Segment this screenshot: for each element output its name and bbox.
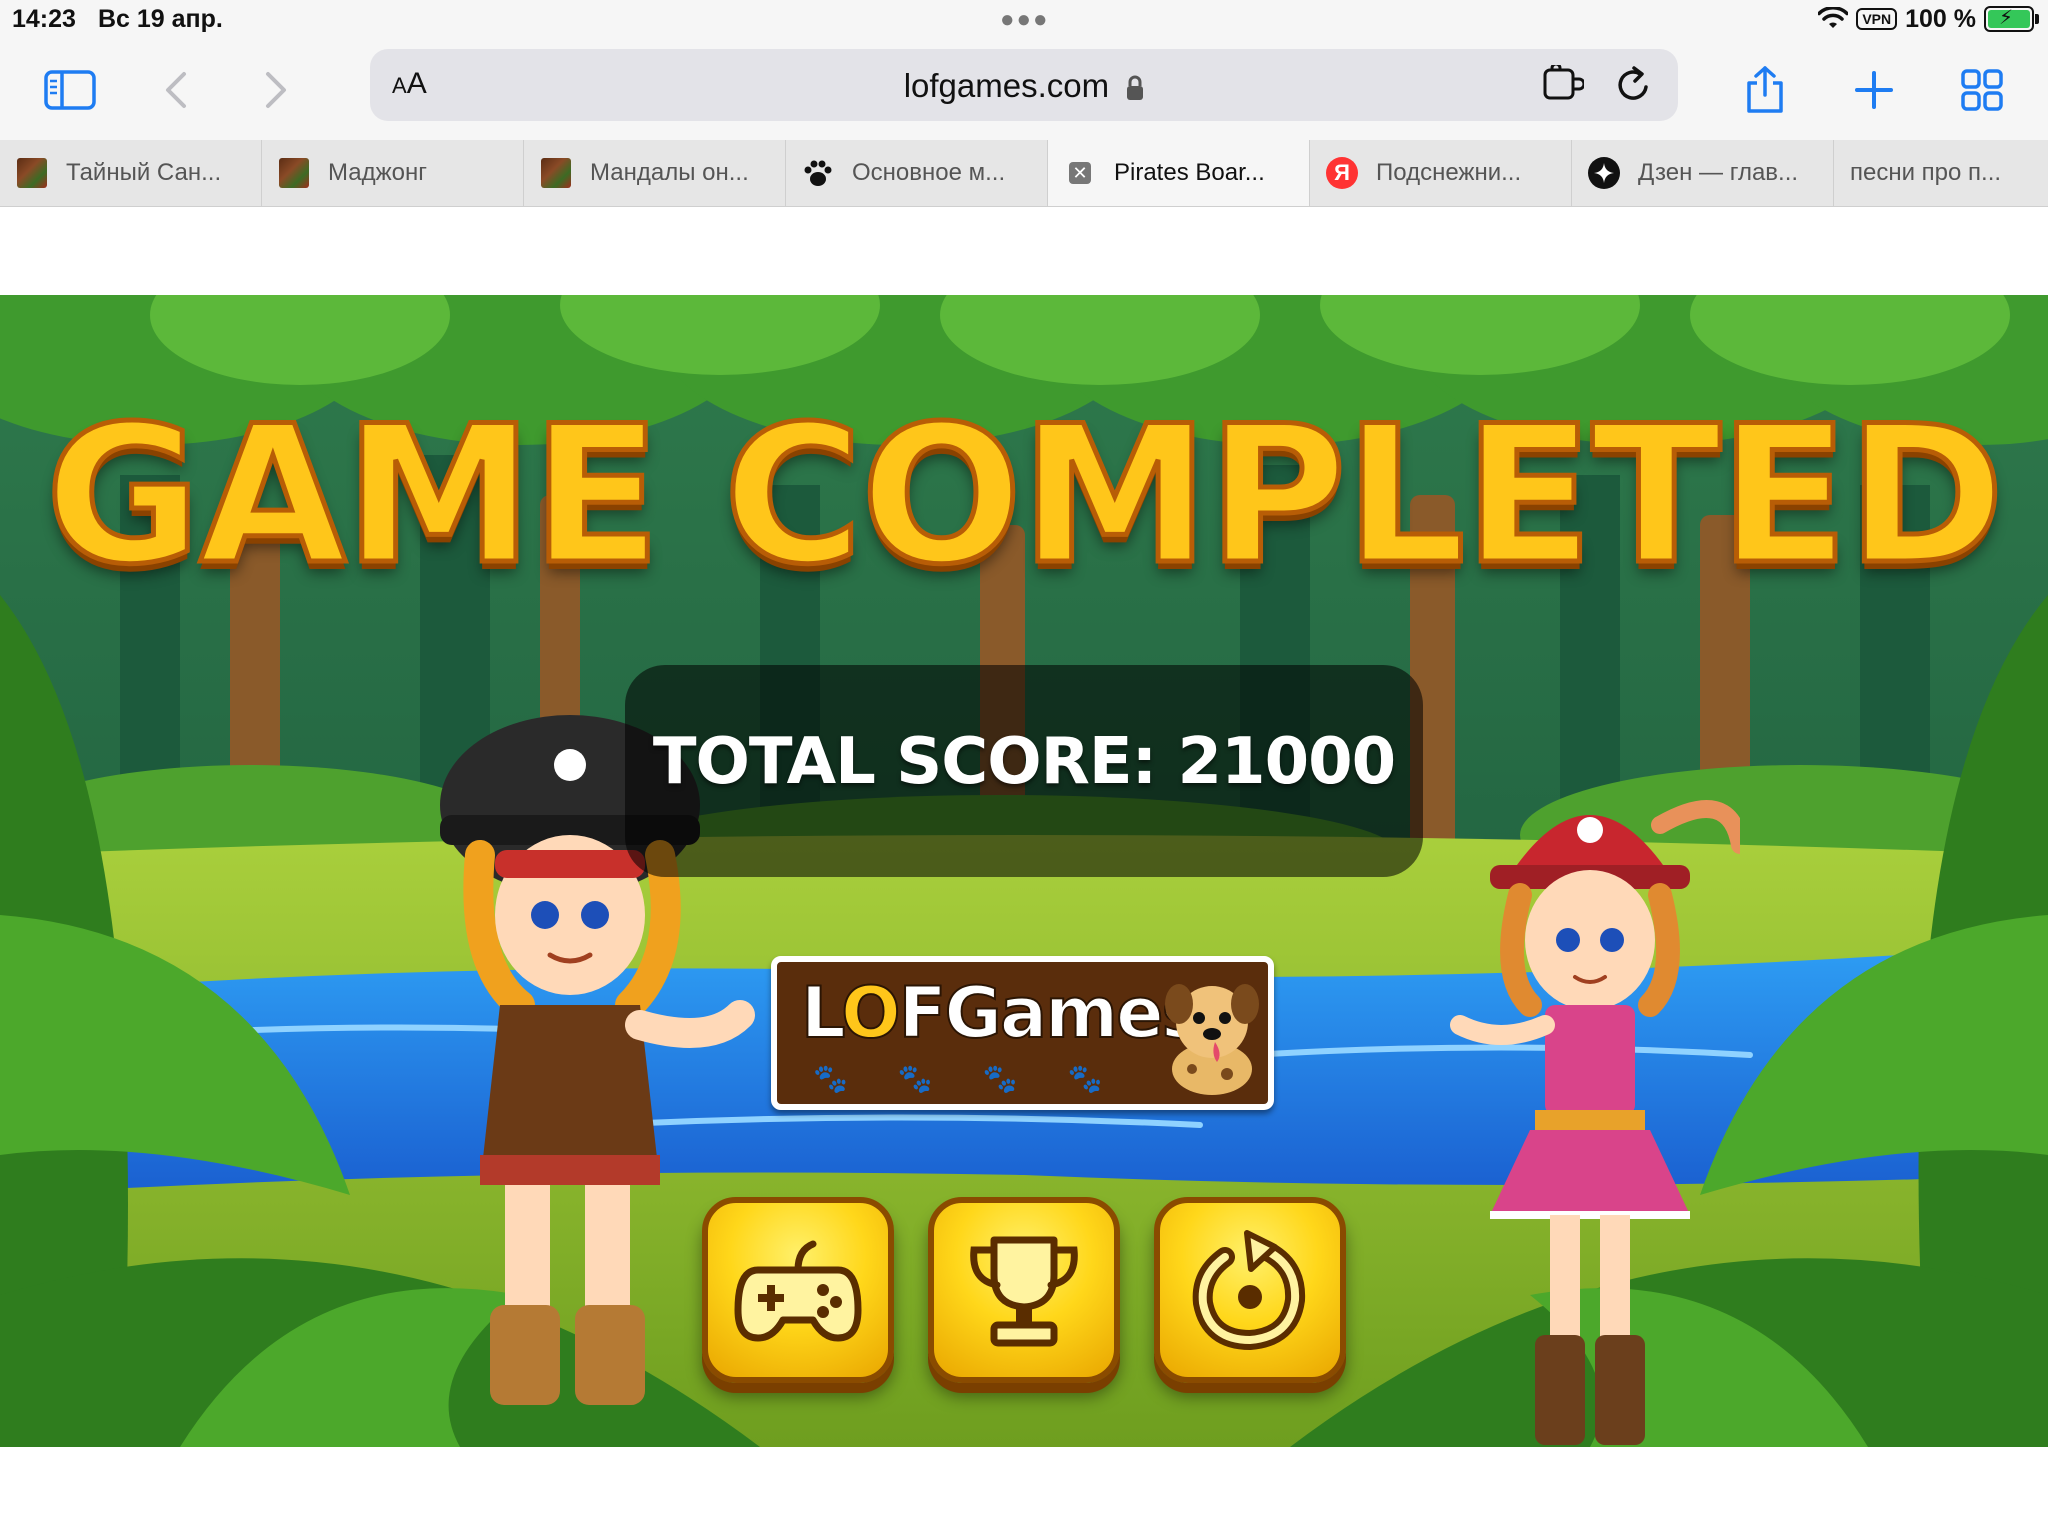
tab-bar: Тайный Сан... Маджонг Мандалы он... Осно… [0,140,2048,207]
sidebar-icon [44,70,96,110]
pirate-girl-right [1450,800,1740,1445]
tab-label: Подснежни... [1376,159,1522,186]
tab-1[interactable]: Тайный Сан... [0,140,262,206]
game-thumbnail-icon [541,158,571,188]
vpn-badge: VPN [1856,8,1898,30]
tab-label: Тайный Сан... [66,159,222,186]
plus-icon [1855,71,1893,109]
paw-prints-decoration: 🐾🐾🐾🐾 [813,1063,1153,1094]
share-icon [1747,66,1783,113]
reload-icon [1618,66,1648,100]
close-tab-icon[interactable]: ✕ [1069,162,1091,184]
back-button[interactable] [144,62,208,118]
wifi-icon [1818,7,1849,28]
lofgames-logo-button[interactable]: LOFGames 🐾🐾🐾🐾 [771,956,1274,1110]
zen-icon [1588,157,1620,189]
tab-3[interactable]: Мандалы он... [524,140,786,206]
trophy-icon [970,1236,1078,1347]
game-canvas[interactable]: GAME COMPLETED TOTAL SCORE: 21000 LOFGam… [0,295,2048,1447]
leaderboard-button[interactable] [928,1197,1120,1383]
tab-7[interactable]: Дзен — глав... [1572,140,1834,206]
battery-icon: ⚡ [1984,6,2039,32]
status-time: 14:23 [12,5,76,33]
status-date: Вс 19 апр. [98,5,223,33]
game-thumbnail-icon [17,158,47,188]
tab-overview-button[interactable] [1950,62,2014,118]
dog-mascot-icon [1165,984,1259,1095]
battery-percent: 100 % [1905,4,1976,33]
share-button[interactable] [1733,62,1797,118]
tab-4[interactable]: Основное м... [786,140,1048,206]
sidebar-toggle-button[interactable] [38,62,102,118]
chevron-left-icon [166,72,186,108]
tab-5-active[interactable]: ✕ Pirates Boar... [1048,140,1310,206]
new-tab-button[interactable] [1842,62,1906,118]
forward-button[interactable] [244,62,308,118]
total-score-text: TOTAL SCORE: 21000 [652,725,1396,799]
tab-grid-icon [1961,69,2003,111]
tab-label: Основное м... [852,159,1006,186]
play-more-button[interactable] [702,1197,894,1383]
url-text: lofgames.com [903,67,1110,104]
browser-toolbar: AA lofgames.com [0,44,2048,140]
tab-label: Мандалы он... [590,159,749,186]
yandex-icon: Я [1326,157,1358,189]
reload-button[interactable] [1614,65,1652,110]
gamepad-icon [734,1240,862,1342]
status-bar: 14:23 Вс 19 апр. ●●● VPN 100 % ⚡ [0,0,2048,44]
restart-icon [1192,1230,1306,1351]
tab-2[interactable]: Маджонг [262,140,524,206]
tab-label: Маджонг [328,159,428,186]
tab-6[interactable]: Я Подснежни... [1310,140,1572,206]
restart-button[interactable] [1154,1197,1346,1383]
extensions-button[interactable] [1542,62,1586,108]
status-indicators: VPN 100 % ⚡ [1818,4,2039,34]
tab-label: Pirates Boar... [1114,159,1265,186]
tab-label: Дзен — глав... [1638,159,1799,186]
address-bar[interactable]: AA lofgames.com [370,49,1678,121]
paw-icon [804,160,832,186]
lock-icon [1127,75,1144,101]
chevron-right-icon [266,72,286,108]
extension-icon [1543,62,1586,100]
tab-label: песни про п... [1850,159,2002,186]
game-thumbnail-icon [279,158,309,188]
game-completed-title: GAME COMPLETED [43,383,2007,609]
tab-8[interactable]: песни про п... [1834,140,2048,206]
multitasking-dots-icon[interactable]: ●●● [1000,6,1050,34]
